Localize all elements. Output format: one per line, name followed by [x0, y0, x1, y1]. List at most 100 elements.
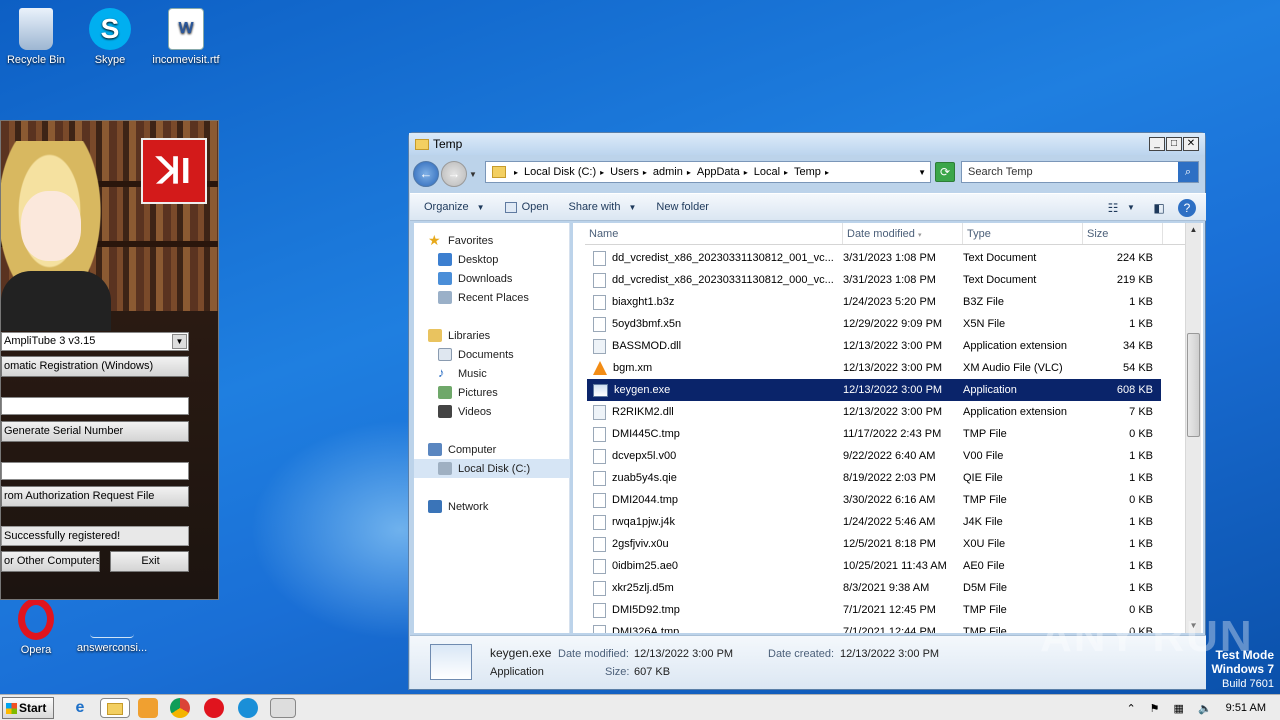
open-button[interactable]: Open	[504, 201, 548, 213]
minimize-button[interactable]: _	[1149, 137, 1165, 151]
file-name: dd_vcredist_x86_20230331130812_000_vc...	[612, 274, 834, 286]
back-button[interactable]: ←	[413, 161, 439, 187]
show-hidden-icons-icon[interactable]: ⌃	[1126, 702, 1135, 715]
file-row[interactable]: dcvepx5l.v00 9/22/2022 6:40 AM V00 File 1 K…	[587, 445, 1161, 467]
refresh-button[interactable]: ⟳	[935, 162, 955, 182]
explorer-taskbar-button[interactable]	[100, 698, 130, 718]
share-with-button[interactable]: Share with ▼	[568, 201, 636, 213]
nav-music[interactable]: ♪ Music	[414, 364, 570, 383]
nav-libraries[interactable]: Libraries	[414, 326, 570, 345]
file-row[interactable]: rwqa1pjw.j4k 1/24/2022 5:46 AM J4K File 1 K…	[587, 511, 1161, 533]
organize-button[interactable]: Organize ▼	[424, 201, 485, 213]
search-icon[interactable]: ⌕	[1178, 162, 1198, 182]
volume-icon[interactable]: 🔈	[1198, 702, 1212, 715]
column-header-name[interactable]: Name	[585, 223, 843, 244]
nav-downloads[interactable]: Downloads	[414, 269, 570, 288]
file-row[interactable]: zuab5y4s.qie 8/19/2022 2:03 PM QIE File 1 K…	[587, 467, 1161, 489]
product-select[interactable]: AmpliTube 3 v3.15 ▼	[1, 332, 189, 351]
desktop-icon-skype[interactable]: S Skype	[70, 8, 150, 66]
opera-icon[interactable]	[204, 698, 224, 718]
navigation-bar: ← → ▼ ▸ Local Disk (C:) ▸ Users ▸ admin ▸ A…	[413, 159, 1203, 189]
nav-computer[interactable]: Computer	[414, 440, 570, 459]
view-dropdown-icon[interactable]: ▼	[1122, 199, 1140, 217]
breadcrumb-temp[interactable]: Temp ▸	[794, 166, 829, 178]
nav-network[interactable]: Network	[414, 497, 570, 516]
scrollbar-thumb[interactable]	[1187, 333, 1200, 437]
nav-favorites[interactable]: ★ Favorites	[414, 231, 570, 250]
new-folder-button[interactable]: New folder	[656, 201, 709, 213]
nav-documents[interactable]: Documents	[414, 345, 570, 364]
file-row[interactable]: R2RIKM2.dll 12/13/2022 3:00 PM Application…	[587, 401, 1161, 423]
close-button[interactable]: ✕	[1183, 137, 1199, 151]
scroll-up-icon[interactable]: ▲	[1186, 223, 1201, 237]
file-row[interactable]: dd_vcredist_x86_20230331130812_001_vc...…	[587, 247, 1161, 269]
media-player-icon[interactable]	[138, 698, 158, 718]
keygen-taskbar-button[interactable]	[270, 698, 296, 718]
desktop-icon-label: answerconsi...	[76, 642, 148, 654]
exit-button[interactable]: Exit	[110, 551, 189, 572]
file-row[interactable]: 2gsfjviv.x0u 12/5/2021 8:18 PM X0U File 1 K…	[587, 533, 1161, 555]
breadcrumb-local-disk[interactable]: Local Disk (C:) ▸	[524, 166, 604, 178]
flag-icon[interactable]: ⚑	[1150, 702, 1160, 715]
file-row[interactable]: dd_vcredist_x86_20230331130812_000_vc...…	[587, 269, 1161, 291]
file-row[interactable]: bgm.xm 12/13/2022 3:00 PM XM Audio File (V…	[587, 357, 1161, 379]
address-bar[interactable]: ▸ Local Disk (C:) ▸ Users ▸ admin ▸ AppData…	[485, 161, 931, 183]
column-header-size[interactable]: Size	[1083, 223, 1163, 244]
help-icon[interactable]: ?	[1178, 199, 1196, 217]
other-computers-button[interactable]: or Other Computers	[1, 551, 100, 572]
file-row[interactable]: DMI445C.tmp 11/17/2022 2:43 PM TMP File 0 K…	[587, 423, 1161, 445]
file-list-pane[interactable]: Name Date modified ▾ Type Size dd_vcredi…	[573, 223, 1203, 633]
file-row[interactable]: BASSMOD.dll 12/13/2022 3:00 PM Application…	[587, 335, 1161, 357]
change-view-icon[interactable]: ☷	[1104, 199, 1122, 217]
file-date: 3/31/2023 1:08 PM	[843, 252, 936, 264]
search-input[interactable]: Search Temp ⌕	[961, 161, 1199, 183]
file-row[interactable]: 0idbim25.ae0 10/25/2021 11:43 AM AE0 File 1…	[587, 555, 1161, 577]
edge-icon[interactable]	[238, 698, 258, 718]
file-type: J4K File	[963, 516, 1003, 528]
generate-serial-button[interactable]: Generate Serial Number	[1, 421, 189, 442]
explorer-window[interactable]: Temp _ □ ✕ ← → ▼ ▸ Local Disk (C:) ▸ User…	[408, 132, 1206, 690]
file-row[interactable]: keygen.exe 12/13/2022 3:00 PM Application 6…	[587, 379, 1161, 401]
registration-method-button[interactable]: omatic Registration (Windows)	[1, 356, 189, 377]
keygen-window[interactable]: ꓘI AmpliTube 3 v3.15 ▼ omatic Registrati…	[0, 120, 219, 600]
nav-pictures[interactable]: Pictures	[414, 383, 570, 402]
file-size: 1 KB	[1129, 472, 1153, 484]
desktop-icon-recycle-bin[interactable]: Recycle Bin	[0, 8, 76, 66]
breadcrumb-appdata[interactable]: AppData ▸	[697, 166, 748, 178]
desktop-icon-opera[interactable]: Opera	[0, 598, 76, 656]
internet-explorer-icon[interactable]: e	[70, 698, 90, 718]
column-header-type[interactable]: Type	[963, 223, 1083, 244]
nav-local-disk[interactable]: Local Disk (C:)	[414, 459, 570, 478]
recent-pages-dropdown-icon[interactable]: ▼	[469, 170, 477, 179]
nav-videos[interactable]: Videos	[414, 402, 570, 421]
preview-pane-icon[interactable]: ◧	[1150, 199, 1168, 217]
nav-recent-places[interactable]: Recent Places	[414, 288, 570, 307]
search-placeholder: Search Temp	[968, 166, 1033, 178]
file-row[interactable]: xkr25zlj.d5m 8/3/2021 9:38 AM D5M File 1 KB	[587, 577, 1161, 599]
title-bar[interactable]: Temp	[409, 133, 1205, 155]
address-dropdown-icon[interactable]: ▼	[918, 168, 926, 177]
file-row[interactable]: biaxght1.b3z 1/24/2023 5:20 PM B3Z File 1 K…	[587, 291, 1161, 313]
breadcrumb-users[interactable]: Users ▸	[610, 166, 647, 178]
start-label: Start	[19, 701, 47, 715]
word-doc-icon: W	[168, 8, 204, 50]
chrome-icon[interactable]	[170, 698, 190, 718]
breadcrumb-admin[interactable]: admin ▸	[653, 166, 691, 178]
desktop-icon-incomevisit[interactable]: W incomevisit.rtf	[146, 8, 226, 66]
maximize-button[interactable]: □	[1166, 137, 1182, 151]
serial-number-field[interactable]	[1, 462, 189, 480]
file-name: 2gsfjviv.x0u	[612, 538, 669, 550]
column-header-date[interactable]: Date modified ▾	[843, 223, 963, 244]
start-button[interactable]: Start	[2, 697, 54, 719]
auth-request-file-button[interactable]: rom Authorization Request File	[1, 486, 189, 507]
breadcrumb-local[interactable]: Local ▸	[754, 166, 788, 178]
file-row[interactable]: DMI2044.tmp 3/30/2022 6:16 AM TMP File 0 KB	[587, 489, 1161, 511]
desktop-icon-answerconsi[interactable]: answerconsi...	[72, 598, 152, 654]
vertical-scrollbar[interactable]: ▲ ▼	[1185, 223, 1201, 633]
forward-button[interactable]: →	[441, 161, 467, 187]
network-icon[interactable]: ▦	[1174, 702, 1184, 715]
nav-desktop[interactable]: Desktop	[414, 250, 570, 269]
request-code-field[interactable]	[1, 397, 189, 415]
file-row[interactable]: 5oyd3bmf.x5n 12/29/2022 9:09 PM X5N File 1 …	[587, 313, 1161, 335]
clock[interactable]: 9:51 AM	[1226, 702, 1266, 714]
